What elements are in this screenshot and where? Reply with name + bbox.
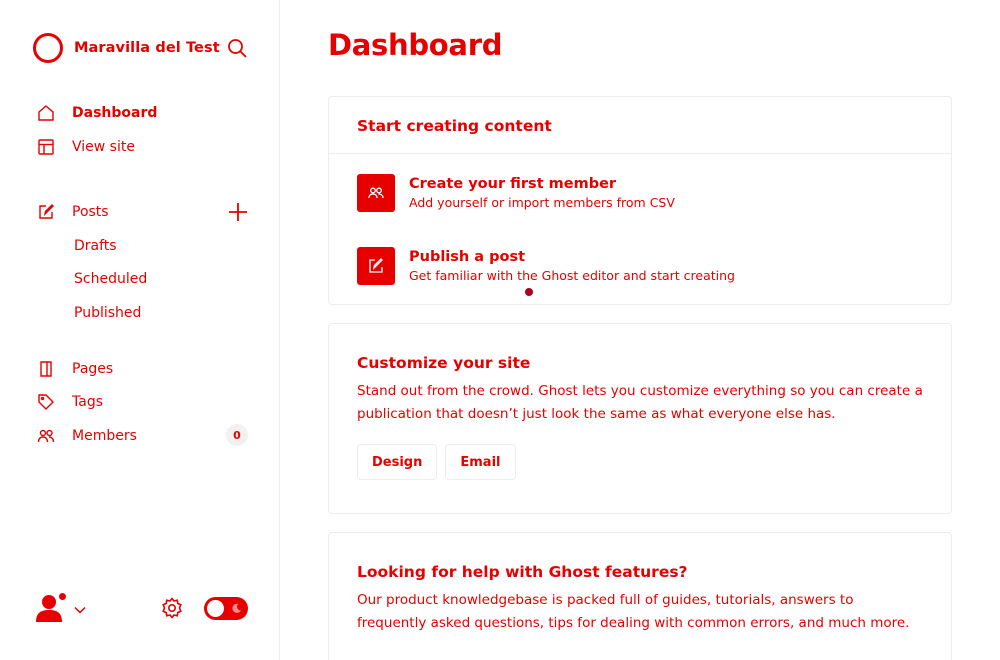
task-description: Add yourself or import members from CSV [409,195,675,210]
toggle-knob [207,600,224,617]
main-content: Dashboard Start creating content Create … [280,0,1000,660]
edit-icon [357,247,395,285]
add-post-button[interactable] [228,202,248,222]
sidebar-item-label: Pages [72,361,114,377]
page-icon [37,360,55,378]
sidebar-item-label: Tags [72,394,103,410]
customize-site-card: Customize your site Stand out from the c… [328,323,952,514]
dark-mode-toggle[interactable] [204,597,248,620]
sidebar-item-pages[interactable]: Pages [37,359,113,379]
sidebar-item-label: View site [72,139,135,155]
sidebar-item-published[interactable]: Published [74,303,141,323]
button-row: Design Email [357,444,923,480]
notification-dot [57,591,68,602]
sidebar-item-label: Members [72,428,137,444]
task-description: Get familiar with the Ghost editor and s… [409,268,735,283]
sidebar-item-scheduled[interactable]: Scheduled [74,269,147,289]
gear-icon[interactable] [161,597,183,619]
task-title: Publish a post [409,249,526,265]
members-icon [357,174,395,212]
help-card: Looking for help with Ghost features? Ou… [328,532,952,660]
task-publish-post[interactable]: Publish a post Get familiar with the Gho… [357,247,735,285]
email-button[interactable]: Email [445,444,516,480]
chevron-down-icon[interactable] [74,601,86,614]
sidebar-item-drafts[interactable]: Drafts [74,236,117,256]
design-button[interactable]: Design [357,444,438,480]
start-creating-card: Start creating content Create your first… [328,96,952,305]
sidebar-item-view-site[interactable]: View site [37,137,135,157]
site-logo [33,33,63,63]
members-count-badge: 0 [226,424,248,446]
members-icon [37,427,55,445]
sidebar-item-dashboard[interactable]: Dashboard [37,103,157,123]
home-icon [37,104,55,122]
task-title: Create your first member [409,176,617,192]
sidebar-item-label: Posts [72,204,109,220]
sidebar-item-tags[interactable]: Tags [37,392,103,412]
mouse-cursor [525,288,533,296]
edit-icon [37,203,55,221]
moon-icon [232,603,242,613]
layout-icon [37,138,55,156]
task-create-member[interactable]: Create your first member Add yourself or… [357,174,675,212]
card-heading: Looking for help with Ghost features? [357,563,688,581]
sidebar: Maravilla del Test Dashboard View site P… [0,0,280,660]
page-title: Dashboard [328,28,503,62]
card-description: Stand out from the crowd. Ghost lets you… [357,383,923,422]
sidebar-item-posts[interactable]: Posts [37,202,109,222]
card-description: Our product knowledgebase is packed full… [357,592,910,631]
sidebar-item-label: Dashboard [72,105,158,121]
site-name: Maravilla del Test [74,40,220,56]
tag-icon [37,393,55,411]
card-heading: Customize your site [357,354,531,372]
search-icon[interactable] [226,37,248,59]
card-heading: Start creating content [329,97,951,154]
brand[interactable]: Maravilla del Test [33,33,220,63]
sidebar-item-members[interactable]: Members [37,426,137,446]
